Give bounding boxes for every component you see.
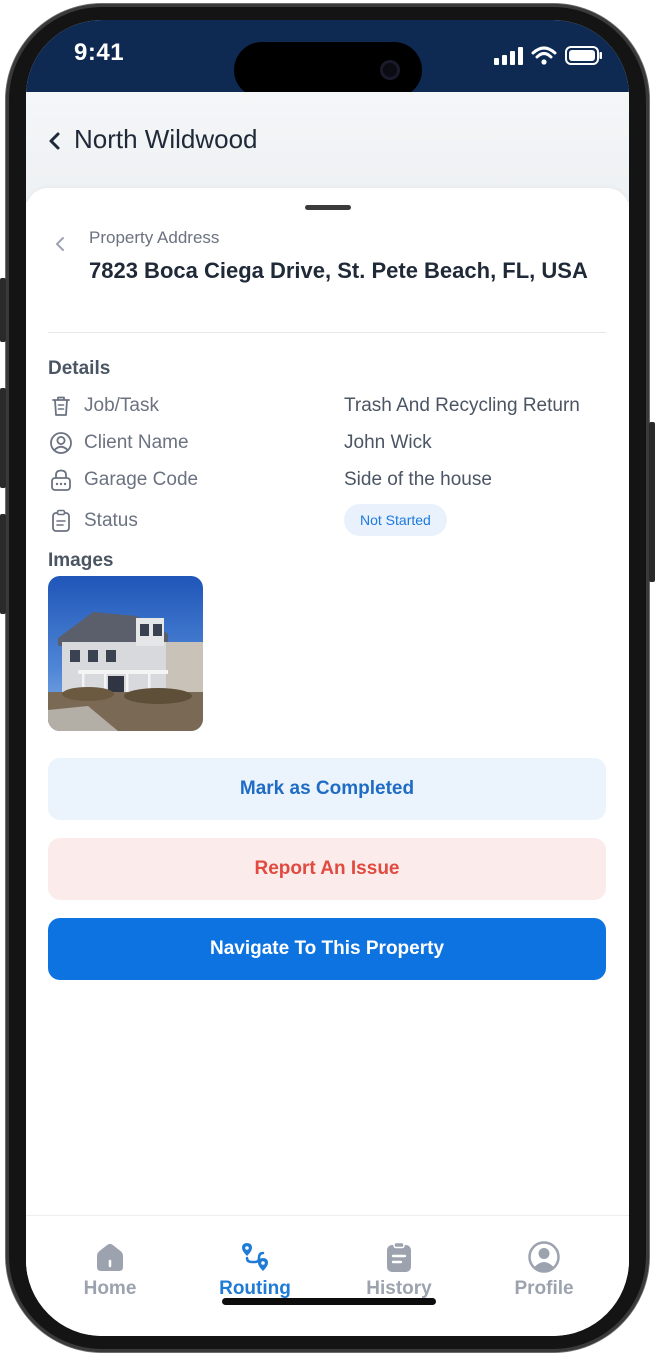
lock-icon (51, 469, 71, 491)
action-button (0, 278, 6, 342)
power-button (649, 422, 655, 582)
nav-label-routing: Routing (219, 1278, 291, 1299)
detail-row-garage-code: Garage Code Side of the house (48, 467, 608, 495)
images-title: Images (48, 550, 114, 571)
status-icons (493, 46, 603, 65)
status-bar: 9:41 (26, 20, 629, 98)
wifi-icon (531, 46, 557, 65)
page-title: North Wildwood (74, 124, 258, 154)
profile-icon (528, 1241, 560, 1273)
battery-icon (565, 46, 602, 65)
mark-completed-button[interactable]: Mark as Completed (48, 758, 606, 820)
property-photo[interactable] (48, 576, 203, 731)
dynamic-island (234, 42, 422, 98)
details-title: Details (48, 358, 111, 379)
nav-item-profile[interactable]: Profile (484, 1240, 604, 1310)
job-task-value: Trash And Recycling Return (344, 395, 580, 416)
clipboard-icon (52, 509, 70, 532)
routing-icon (242, 1243, 268, 1271)
garage-code-value: Side of the house (344, 469, 492, 490)
property-detail-sheet: Property Address 7823 Boca Ciega Drive, … (26, 188, 629, 1228)
property-address: 7823 Boca Ciega Drive, St. Pete Beach, F… (89, 258, 588, 283)
back-chevron-icon[interactable] (44, 126, 66, 156)
history-icon (387, 1241, 411, 1272)
camera-icon (380, 60, 400, 80)
volume-up-button (0, 388, 6, 488)
collapse-chevron-icon[interactable] (53, 234, 67, 254)
job-task-label: Job/Task (84, 395, 159, 416)
report-issue-button[interactable]: Report An Issue (48, 838, 606, 900)
client-name-label: Client Name (84, 432, 189, 453)
detail-row-client-name: Client Name John Wick (48, 430, 608, 458)
nav-label-history: History (366, 1278, 432, 1299)
detail-row-job-task: Job/Task Trash And Recycling Return (48, 393, 608, 421)
user-circle-icon (50, 432, 72, 454)
navigate-button[interactable]: Navigate To This Property (48, 918, 606, 980)
house-photo-image (48, 576, 203, 731)
cellular-signal-icon (494, 46, 523, 65)
status-badge: Not Started (344, 504, 447, 536)
nav-item-home[interactable]: Home (50, 1240, 170, 1310)
detail-row-status: Status Not Started (48, 504, 608, 536)
nav-label-home: Home (83, 1278, 137, 1299)
app-screen: 9:41 North Wildwood Property Address 782… (26, 20, 629, 1336)
home-icon (97, 1243, 123, 1271)
nav-label-profile: Profile (514, 1278, 574, 1299)
bottom-nav: Home Routing History Profile (26, 1215, 629, 1336)
garage-code-label: Garage Code (84, 469, 199, 490)
divider (48, 332, 606, 333)
volume-down-button (0, 514, 6, 614)
trash-icon (52, 396, 70, 416)
status-time: 9:41 (74, 39, 125, 66)
client-name-value: John Wick (344, 432, 432, 453)
status-label: Status (84, 510, 138, 531)
home-indicator (222, 1298, 436, 1305)
sheet-drag-handle[interactable] (305, 205, 351, 210)
page-header: North Wildwood (26, 92, 629, 202)
address-label: Property Address (89, 228, 220, 247)
